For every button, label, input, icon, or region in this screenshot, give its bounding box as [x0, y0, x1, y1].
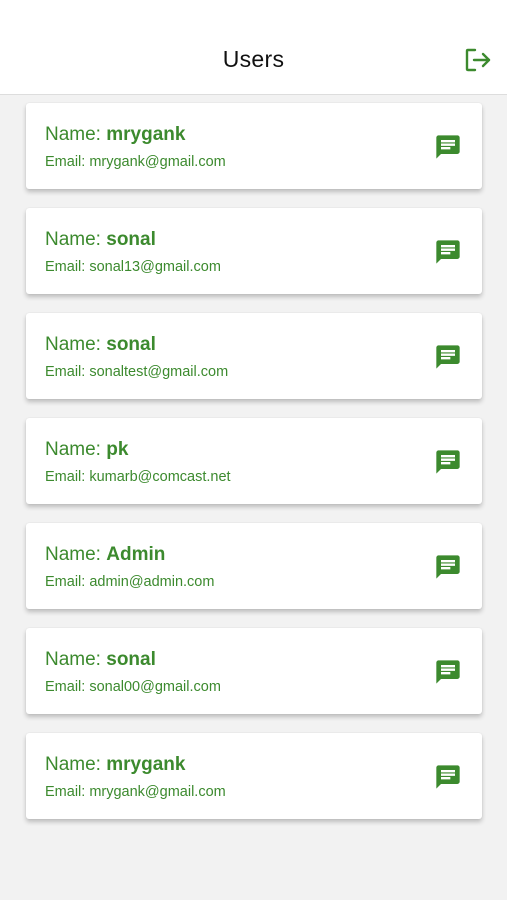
chat-button[interactable] [432, 236, 464, 268]
name-label: Name: [45, 124, 107, 145]
user-email: Email: kumarb@comcast.net [45, 469, 231, 485]
email-value: sonal00@gmail.com [89, 679, 221, 695]
name-label: Name: [45, 229, 107, 250]
email-label: Email: [45, 469, 90, 485]
chat-icon [436, 555, 460, 579]
user-name: Name: mrygank [45, 754, 185, 776]
chat-icon [436, 765, 460, 789]
user-name: Name: sonal [45, 229, 156, 251]
user-card[interactable]: Name: sonal Email: sonal00@gmail.com [26, 628, 482, 714]
name-value: sonal [106, 649, 156, 670]
user-card[interactable]: Name: pk Email: kumarb@comcast.net [26, 418, 482, 504]
chat-button[interactable] [432, 131, 464, 163]
name-value: mrygank [106, 124, 186, 145]
user-card[interactable]: Name: Admin Email: admin@admin.com [26, 523, 482, 609]
logout-icon [465, 48, 491, 72]
name-value: pk [106, 439, 129, 460]
email-value: sonaltest@gmail.com [89, 364, 229, 380]
name-value: sonal [106, 334, 156, 355]
email-label: Email: [45, 574, 90, 590]
user-card[interactable]: Name: sonal Email: sonal13@gmail.com [26, 208, 482, 294]
email-label: Email: [45, 364, 90, 380]
chat-icon [436, 345, 460, 369]
chat-icon [436, 240, 460, 264]
name-label: Name: [45, 754, 107, 775]
email-value: sonal13@gmail.com [89, 259, 221, 275]
chat-icon [436, 660, 460, 684]
user-card[interactable]: Name: mrygank Email: mrygank@gmail.com [26, 733, 482, 819]
chat-icon [436, 135, 460, 159]
name-label: Name: [45, 439, 107, 460]
user-email: Email: mrygank@gmail.com [45, 154, 226, 170]
name-value: sonal [106, 229, 156, 250]
user-email: Email: admin@admin.com [45, 574, 214, 590]
email-label: Email: [45, 259, 90, 275]
user-email: Email: sonal00@gmail.com [45, 679, 221, 695]
name-value: Admin [106, 544, 166, 565]
user-name: Name: mrygank [45, 124, 185, 146]
user-name: Name: sonal [45, 334, 156, 356]
app-header: Users [0, 0, 507, 95]
name-value: mrygank [106, 754, 186, 775]
email-value: mrygank@gmail.com [89, 154, 226, 170]
chat-button[interactable] [432, 341, 464, 373]
user-name: Name: Admin [45, 544, 165, 566]
user-name: Name: sonal [45, 649, 156, 671]
email-label: Email: [45, 679, 90, 695]
chat-button[interactable] [432, 551, 464, 583]
user-card[interactable]: Name: mrygank Email: mrygank@gmail.com [26, 103, 482, 189]
user-card[interactable]: Name: sonal Email: sonaltest@gmail.com [26, 313, 482, 399]
chat-icon [436, 450, 460, 474]
user-email: Email: mrygank@gmail.com [45, 784, 226, 800]
chat-button[interactable] [432, 656, 464, 688]
logout-button[interactable] [462, 45, 494, 75]
name-label: Name: [45, 649, 107, 670]
email-value: mrygank@gmail.com [89, 784, 226, 800]
email-value: admin@admin.com [89, 574, 215, 590]
name-label: Name: [45, 334, 107, 355]
email-label: Email: [45, 154, 90, 170]
chat-button[interactable] [432, 761, 464, 793]
email-label: Email: [45, 784, 90, 800]
chat-button[interactable] [432, 446, 464, 478]
user-name: Name: pk [45, 439, 128, 461]
user-email: Email: sonal13@gmail.com [45, 259, 221, 275]
user-email: Email: sonaltest@gmail.com [45, 364, 228, 380]
name-label: Name: [45, 544, 107, 565]
page-title: Users [222, 46, 285, 72]
email-value: kumarb@comcast.net [89, 469, 231, 485]
